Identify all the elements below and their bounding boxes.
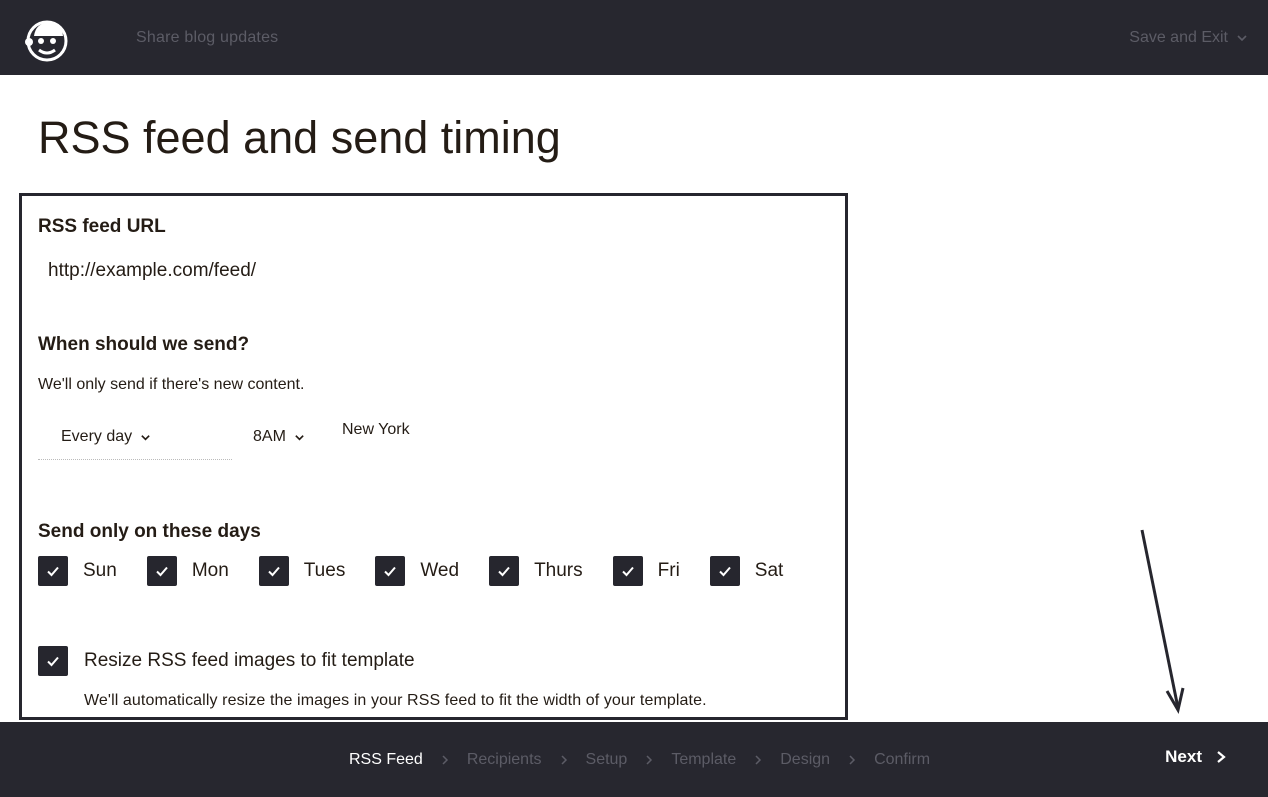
when-send-hint: We'll only send if there's new content. (38, 376, 305, 393)
checkbox-checked[interactable] (38, 556, 68, 586)
resize-images-label: Resize RSS feed images to fit template (84, 650, 415, 671)
day-checkbox-thurs[interactable]: Thurs (489, 556, 583, 586)
checkbox-checked[interactable] (38, 646, 68, 676)
rss-settings-panel: RSS feed URL When should we send? We'll … (19, 193, 848, 720)
annotation-arrow-icon (1140, 529, 1185, 715)
footer-bar: RSS Feed Recipients Setup Template Desig… (0, 722, 1268, 797)
resize-images-help: We'll automatically resize the images in… (84, 692, 707, 709)
frequency-value: Every day (61, 428, 133, 445)
day-label: Tues (303, 560, 346, 581)
resize-images-checkbox[interactable]: Resize RSS feed images to fit template (38, 646, 415, 676)
page-title: RSS feed and send timing (38, 112, 561, 163)
day-checkbox-fri[interactable]: Fri (612, 556, 680, 586)
checkbox-checked[interactable] (489, 556, 520, 586)
day-label: Sat (754, 560, 784, 581)
checkmark-icon (47, 656, 59, 667)
chevron-right-icon (1217, 751, 1226, 763)
chevron-down-icon (141, 434, 150, 441)
chevron-right-icon (755, 754, 762, 765)
days-label: Send only on these days (38, 521, 261, 542)
time-select[interactable]: 8AM (253, 428, 305, 446)
chevron-right-icon (442, 754, 448, 765)
day-checkbox-wed[interactable]: Wed (375, 556, 459, 586)
day-label: Thurs (534, 560, 583, 581)
day-checkbox-mon[interactable]: Mon (146, 556, 229, 586)
top-bar: Share blog updates Save and Exit (0, 0, 1268, 75)
days-checkbox-group: Sun Mon Tues Wed Thurs Fri Sat (38, 556, 813, 586)
when-send-label: When should we send? (38, 334, 250, 355)
day-label: Sun (83, 560, 117, 581)
steps-breadcrumb: RSS Feed Recipients Setup Template Desig… (349, 722, 930, 797)
day-checkbox-sun[interactable]: Sun (38, 556, 117, 586)
day-label: Fri (657, 560, 680, 581)
mailchimp-logo-icon[interactable] (22, 14, 72, 64)
chevron-right-icon (560, 754, 567, 765)
rss-url-label: RSS feed URL (38, 216, 166, 237)
save-and-exit-label: Save and Exit (1129, 29, 1228, 46)
timezone-text: New York (342, 421, 410, 438)
checkmark-icon (268, 566, 280, 577)
campaign-name: Share blog updates (136, 29, 279, 46)
checkbox-checked[interactable] (146, 556, 177, 586)
day-checkbox-sat[interactable]: Sat (709, 556, 784, 586)
day-checkbox-tues[interactable]: Tues (258, 556, 346, 586)
next-button[interactable]: Next (1165, 747, 1226, 767)
frequency-select[interactable]: Every day (61, 428, 151, 446)
step-setup[interactable]: Setup (586, 751, 628, 769)
checkmark-icon (498, 566, 510, 577)
step-design[interactable]: Design (780, 751, 830, 769)
frequency-select-underline (38, 458, 232, 460)
rss-url-input[interactable] (40, 256, 448, 286)
checkmark-icon (384, 566, 397, 577)
checkmark-icon (47, 566, 59, 577)
step-rss-feed[interactable]: RSS Feed (349, 751, 423, 769)
chevron-right-icon (646, 754, 653, 765)
day-label: Wed (420, 560, 460, 581)
checkbox-checked[interactable] (258, 556, 289, 586)
step-recipients[interactable]: Recipients (467, 751, 542, 769)
chevron-right-icon (849, 754, 856, 765)
time-value: 8AM (253, 428, 286, 445)
checkmark-icon (156, 566, 168, 577)
step-confirm[interactable]: Confirm (874, 751, 930, 769)
next-label: Next (1165, 747, 1202, 766)
day-label: Mon (191, 560, 229, 581)
checkbox-checked[interactable] (709, 556, 740, 586)
chevron-down-icon (1237, 35, 1247, 42)
checkbox-checked[interactable] (375, 556, 406, 586)
save-and-exit-button[interactable]: Save and Exit (1129, 29, 1248, 47)
checkmark-icon (621, 566, 634, 577)
checkmark-icon (719, 566, 731, 577)
chevron-down-icon (295, 434, 304, 441)
step-template[interactable]: Template (671, 751, 736, 769)
checkbox-checked[interactable] (612, 556, 643, 586)
